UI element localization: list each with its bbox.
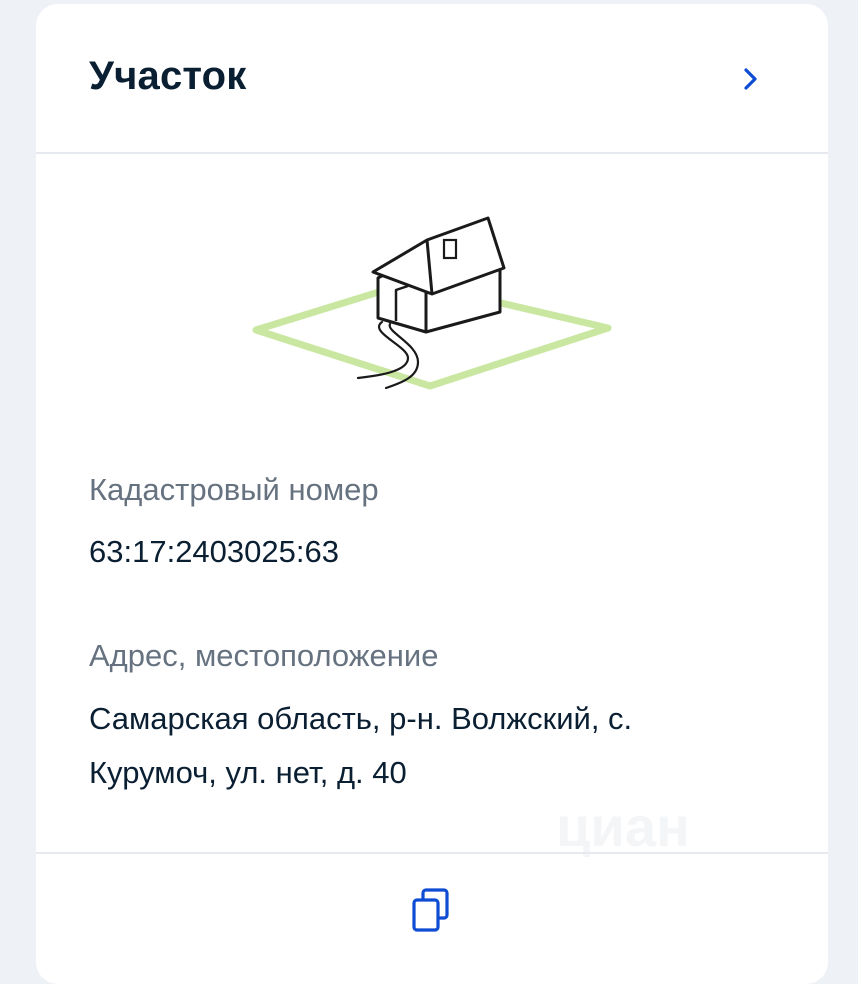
card-title: Участок — [89, 54, 247, 98]
card-header[interactable]: Участок — [36, 4, 828, 154]
plot-card: Участок Кадастровый номер 63:17:2403025:… — [36, 4, 828, 984]
address-value-line1: Самарская область, р-н. Волжский, с. — [89, 701, 633, 736]
cian-watermark: циан — [556, 795, 690, 858]
copy-icon[interactable] — [408, 886, 456, 934]
card-footer — [36, 852, 828, 984]
cadastral-number-value: 63:17:2403025:63 — [89, 534, 339, 569]
chevron-right-icon[interactable] — [736, 64, 766, 94]
cadastral-number-label: Кадастровый номер — [89, 472, 379, 507]
address-value-line2: Курумоч, ул. нет, д. 40 — [89, 755, 407, 790]
address-label: Адрес, местоположение — [89, 638, 439, 673]
